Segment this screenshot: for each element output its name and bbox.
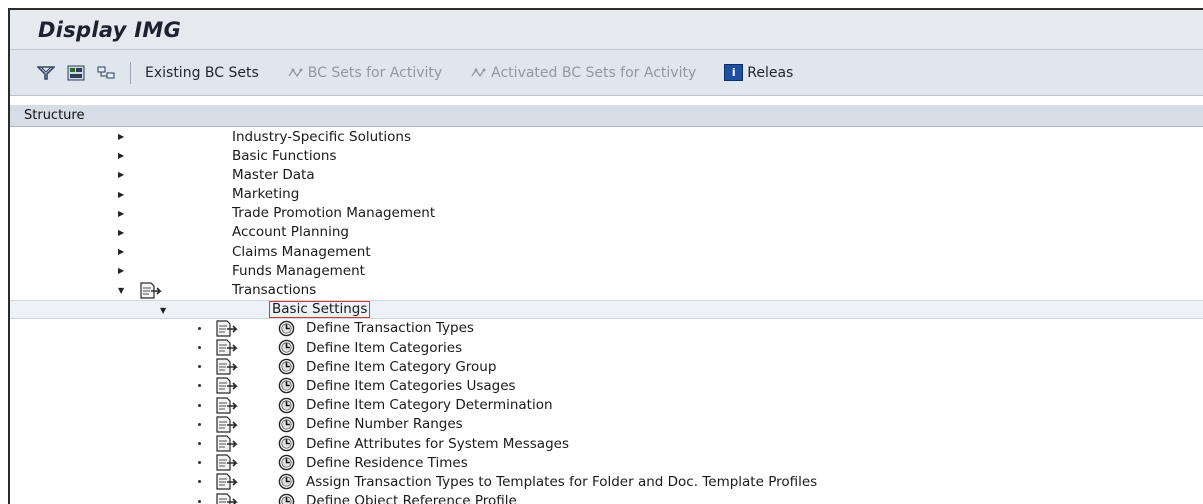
- activity-label: Define Residence Times: [306, 454, 468, 471]
- collapsed-arrow-icon[interactable]: ▶: [118, 165, 124, 184]
- info-icon: i: [724, 64, 744, 81]
- activity-row[interactable]: Define Item Category Group: [10, 357, 1203, 376]
- tree-node-basic-settings[interactable]: ▼ Basic Settings: [10, 299, 1203, 320]
- tree-node-label: Industry-Specific Solutions: [232, 128, 412, 145]
- activity-label: Define Item Categories Usages: [306, 377, 516, 394]
- tree-node-label: Trade Promotion Management: [232, 205, 436, 222]
- activity-label: Define Attributes for System Messages: [306, 435, 569, 452]
- tree-node[interactable]: ▼ Transactions: [10, 281, 1203, 300]
- tree-node[interactable]: ▶ Basic Functions: [10, 146, 1203, 165]
- activity-label: Define Transaction Types: [306, 320, 474, 337]
- tree-node[interactable]: ▶ Claims Management: [10, 242, 1203, 261]
- activity-label: Assign Transaction Types to Templates fo…: [306, 473, 818, 490]
- bc-sets-for-activity-label: BC Sets for Activity: [307, 64, 443, 81]
- release-notes-label: Releas: [747, 64, 794, 81]
- collapsed-arrow-icon[interactable]: ▶: [118, 185, 124, 204]
- activity-row[interactable]: Define Item Categories Usages: [10, 376, 1203, 395]
- tree-node-label: Claims Management: [232, 243, 371, 260]
- activity-row[interactable]: Define Item Categories: [10, 338, 1203, 357]
- bullet-icon: [198, 365, 201, 369]
- activity-row[interactable]: Define Transaction Types: [10, 319, 1203, 338]
- bullet-icon: [198, 346, 201, 350]
- tree-node-label: Marketing: [232, 186, 300, 203]
- window-title: Display IMG: [38, 17, 182, 42]
- tree-node[interactable]: ▶ Industry-Specific Solutions: [10, 127, 1203, 146]
- bullet-icon: [198, 461, 201, 465]
- expanded-arrow-icon[interactable]: ▼: [118, 281, 124, 300]
- tree-node-label: Basic Functions: [232, 147, 337, 164]
- display-img-window: Display IMG Existing BC Sets BC Sets for…: [8, 8, 1203, 504]
- activity-row[interactable]: Define Number Ranges: [10, 415, 1203, 434]
- activated-bc-sets-label: Activated BC Sets for Activity: [491, 64, 697, 81]
- title-bar: Display IMG: [10, 10, 1203, 50]
- collapsed-arrow-icon[interactable]: ▶: [118, 242, 124, 261]
- activity-label: Define Number Ranges: [306, 416, 463, 433]
- toolbar-separator: [130, 61, 131, 84]
- activity-row[interactable]: Assign Transaction Types to Templates fo…: [10, 472, 1203, 491]
- activity-label: Define Item Categories: [306, 339, 463, 356]
- activity-label: Define Item Category Group: [306, 358, 497, 375]
- collapsed-arrow-icon[interactable]: ▶: [118, 261, 124, 280]
- hierarchy-icon[interactable]: [96, 63, 116, 83]
- activity-label: Define Item Category Determination: [306, 397, 553, 414]
- collapsed-arrow-icon[interactable]: ▶: [118, 223, 124, 242]
- activated-bc-sets-button[interactable]: Activated BC Sets for Activity: [470, 65, 696, 81]
- application-toolbar: Existing BC Sets BC Sets for Activity Ac…: [10, 50, 1203, 96]
- collapsed-arrow-icon[interactable]: ▶: [118, 146, 124, 165]
- tree-node-label: Account Planning: [232, 224, 349, 241]
- tree-node-label: Transactions: [232, 282, 317, 298]
- bullet-icon: [198, 403, 201, 407]
- tree-node-label: Funds Management: [232, 262, 365, 279]
- document-execute-icon[interactable]: [216, 493, 238, 504]
- bullet-icon: [198, 480, 201, 484]
- bullet-icon: [198, 422, 201, 426]
- activity-row[interactable]: Define Attributes for System Messages: [10, 434, 1203, 453]
- collapsed-arrow-icon[interactable]: ▶: [118, 204, 124, 223]
- tree-node[interactable]: ▶ Master Data: [10, 165, 1203, 184]
- activity-row[interactable]: Define Object Reference Profile: [10, 492, 1203, 504]
- release-notes-button[interactable]: i Releas: [724, 64, 793, 81]
- tree-node-label: Master Data: [232, 166, 315, 183]
- tree-node[interactable]: ▶ Marketing: [10, 185, 1203, 204]
- expanded-arrow-icon[interactable]: ▼: [160, 301, 166, 320]
- basic-settings-label[interactable]: Basic Settings: [269, 300, 371, 318]
- tree-node[interactable]: ▶ Funds Management: [10, 261, 1203, 280]
- bullet-icon: [198, 442, 201, 445]
- img-structure-tree: ▶ Industry-Specific Solutions ▶ Basic Funct…: [10, 127, 1203, 504]
- bullet-icon: [198, 326, 201, 330]
- bc-set-icon: [470, 66, 488, 80]
- bullet-icon: [198, 499, 201, 503]
- tree-node[interactable]: ▶ Account Planning: [10, 223, 1203, 242]
- activity-row[interactable]: Define Residence Times: [10, 453, 1203, 472]
- activity-row[interactable]: Define Item Category Determination: [10, 396, 1203, 415]
- existing-bc-sets-button[interactable]: Existing BC Sets: [145, 65, 259, 81]
- filter-icon[interactable]: [36, 63, 56, 83]
- bc-set-icon: [287, 66, 305, 80]
- tree-node[interactable]: ▶ Trade Promotion Management: [10, 204, 1203, 223]
- display-icon[interactable]: [66, 63, 86, 83]
- collapsed-arrow-icon[interactable]: ▶: [118, 127, 124, 146]
- clock-icon[interactable]: [278, 493, 295, 504]
- bc-sets-for-activity-button[interactable]: BC Sets for Activity: [287, 65, 442, 81]
- activity-label: Define Object Reference Profile: [306, 493, 517, 504]
- existing-bc-sets-label: Existing BC Sets: [145, 64, 259, 81]
- bullet-icon: [198, 384, 201, 388]
- structure-column-header: Structure: [10, 105, 1203, 127]
